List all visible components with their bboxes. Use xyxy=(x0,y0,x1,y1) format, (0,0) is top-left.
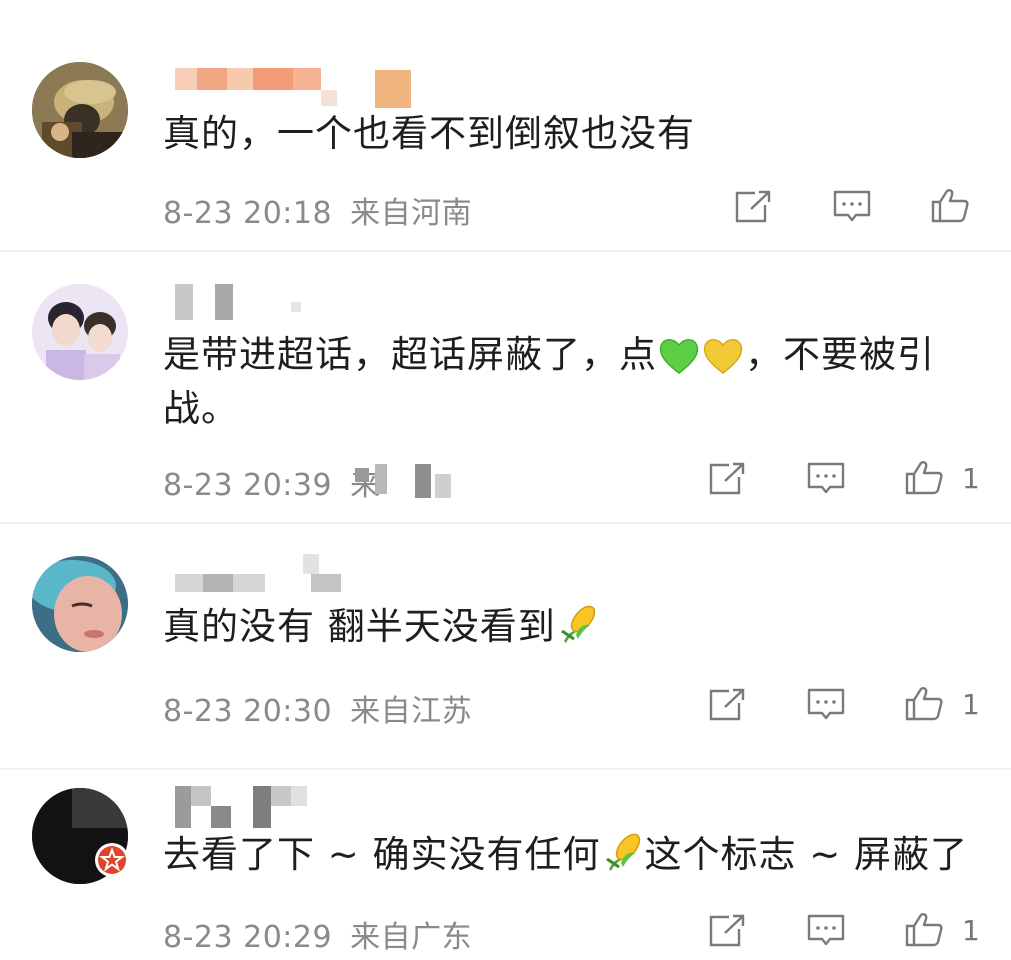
like-count: 1 xyxy=(962,914,980,947)
thumbs-up-icon[interactable] xyxy=(904,911,944,947)
comment-icon[interactable] xyxy=(806,687,846,723)
comment-location: 来自河南 xyxy=(350,196,473,231)
like-count: 1 xyxy=(962,688,980,721)
username-blurred[interactable] xyxy=(175,284,455,324)
comment-icon[interactable] xyxy=(832,189,872,225)
comment-item: 去看了下 ~ 确实没有任何 这个标志 ~ 屏蔽了 8-23 20:29 来自广东 … xyxy=(0,770,1011,960)
comment-meta: 8-23 20:29 来自广东 xyxy=(163,912,472,956)
comment-text-part: 去看了下 ~ 确实没有任何 xyxy=(163,833,601,876)
avatar-image xyxy=(32,62,128,158)
thumbs-up-icon[interactable] xyxy=(930,187,970,223)
yellow-heart-emoji-icon xyxy=(703,339,743,374)
username-blurred[interactable] xyxy=(175,68,455,108)
comment-time: 8-23 20:29 xyxy=(163,920,333,955)
username-blurred[interactable] xyxy=(175,786,455,828)
comment-location: 来自江苏 xyxy=(350,694,473,729)
comment-time: 8-23 20:30 xyxy=(163,694,333,729)
avatar[interactable] xyxy=(32,556,128,652)
like-count: 1 xyxy=(962,462,980,495)
comment-text: 真的，一个也看不到倒叙也没有 xyxy=(163,112,695,155)
comment-meta: 8-23 20:39 来 xyxy=(163,460,381,504)
comment-item: 是带进超话，超话屏蔽了，点 ，不要被引 战。 8-23 20:39 来 1 xyxy=(0,252,1011,522)
comment-text-part: 战。 xyxy=(163,387,239,430)
comment-location: 来自广东 xyxy=(350,920,473,955)
share-icon[interactable] xyxy=(707,461,747,497)
corn-emoji-icon xyxy=(560,605,595,643)
comment-item: 真的，一个也看不到倒叙也没有 8-23 20:18 来自河南 xyxy=(0,0,1011,250)
comment-meta: 8-23 20:30 来自江苏 xyxy=(163,686,472,730)
avatar-image xyxy=(32,284,128,380)
comment-text-part: 是带进超话，超话屏蔽了，点 xyxy=(163,333,657,376)
avatar[interactable] xyxy=(32,62,128,158)
green-heart-emoji-icon xyxy=(659,339,699,374)
comment-text-part: 真的没有 翻半天没看到 xyxy=(163,605,556,648)
comment-time: 8-23 20:39 xyxy=(163,468,333,503)
avatar[interactable] xyxy=(32,284,128,380)
comment-item: 真的没有 翻半天没看到 8-23 20:30 来自江苏 1 xyxy=(0,524,1011,774)
share-icon[interactable] xyxy=(733,189,773,225)
location-blurred xyxy=(355,464,475,504)
comment-icon[interactable] xyxy=(806,461,846,497)
comment-meta: 8-23 20:18 来自河南 xyxy=(163,188,472,232)
comment-time: 8-23 20:18 xyxy=(163,196,333,231)
comment-text: 是带进超话，超话屏蔽了，点 ，不要被引 战。 xyxy=(163,328,983,436)
comment-text: 真的没有 翻半天没看到 xyxy=(163,600,983,654)
comment-text-part: ，不要被引 xyxy=(745,333,935,376)
avatar-image xyxy=(32,556,128,652)
username-blurred[interactable] xyxy=(175,554,455,594)
comment-text-part: 这个标志 ~ 屏蔽了 xyxy=(644,833,969,876)
share-icon[interactable] xyxy=(707,913,747,949)
comment-text: 去看了下 ~ 确实没有任何 这个标志 ~ 屏蔽了 xyxy=(163,828,983,882)
verified-badge-icon xyxy=(95,843,129,877)
thumbs-up-icon[interactable] xyxy=(904,685,944,721)
thumbs-up-icon[interactable] xyxy=(904,459,944,495)
share-icon[interactable] xyxy=(707,687,747,723)
comment-icon[interactable] xyxy=(806,913,846,949)
corn-emoji-icon xyxy=(605,833,640,871)
